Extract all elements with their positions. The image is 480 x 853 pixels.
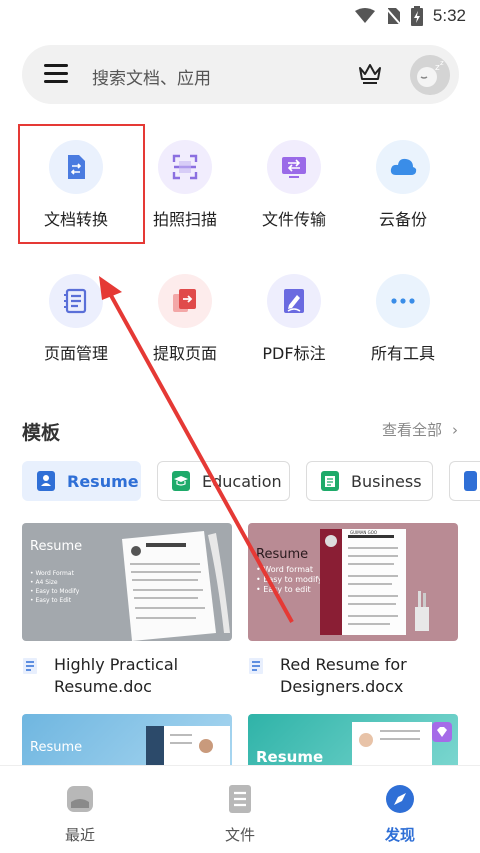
menu-icon[interactable] [44, 64, 68, 84]
tool-pdf-annotate[interactable]: PDF标注 [239, 274, 349, 374]
nav-discover[interactable]: 发现 [360, 784, 440, 845]
chip-more[interactable] [449, 461, 480, 501]
tool-label: PDF标注 [262, 344, 326, 363]
pdf-annotate-icon [267, 274, 321, 328]
word-doc-icon [249, 658, 263, 674]
word-doc-icon [23, 658, 37, 674]
highlight-box [18, 124, 145, 244]
tool-label: 所有工具 [370, 344, 435, 363]
transfer-icon [267, 140, 321, 194]
tool-label: 云备份 [378, 210, 427, 229]
template-card[interactable]: Resume • Word format • Easy to modify • … [248, 523, 458, 696]
template-thumbnail: Resume [22, 714, 232, 765]
template-thumbnail: Resume • Word format • Easy to modify • … [248, 523, 458, 641]
nav-files[interactable]: 文件 [200, 784, 280, 845]
tool-scan[interactable]: 拍照扫描 [130, 140, 240, 240]
business-icon [321, 471, 339, 491]
no-sim-icon [385, 7, 401, 25]
wifi-icon [354, 8, 375, 23]
chip-business[interactable]: Business [306, 461, 433, 501]
template-name: Highly Practical Resume.doc [54, 655, 179, 696]
template-thumbnail: Resume • Word Format • A4 Size • Easy to… [22, 523, 232, 641]
battery-charging-icon [410, 6, 423, 26]
clock: 5:32 [432, 6, 466, 25]
template-name: Red Resume for Designers.docx [280, 655, 407, 696]
tool-label: 拍照扫描 [152, 210, 217, 229]
page-manage-icon [49, 274, 103, 328]
chip-resume[interactable]: Resume [22, 461, 141, 501]
template-card[interactable]: Resume [248, 714, 458, 765]
extract-page-icon [158, 274, 212, 328]
premium-icon [432, 722, 452, 742]
scan-icon [158, 140, 212, 194]
nav-recent[interactable]: 最近 [40, 784, 120, 845]
tool-label: 提取页面 [152, 344, 217, 363]
template-card[interactable]: Resume [22, 714, 232, 765]
tool-page-manage[interactable]: 页面管理 [21, 274, 131, 374]
chevron-right-icon: › [452, 421, 458, 439]
cloud-icon [376, 140, 430, 194]
template-card[interactable]: Resume • Word Format • A4 Size • Easy to… [22, 523, 232, 696]
svg-text:z: z [440, 59, 444, 67]
resume-icon [37, 471, 55, 491]
recent-icon [67, 786, 93, 812]
files-icon [229, 785, 251, 813]
crown-icon[interactable] [357, 61, 383, 85]
section-title: 模板 [22, 422, 61, 444]
discover-icon [386, 785, 414, 813]
tool-label: 文件传输 [261, 210, 326, 229]
bottom-nav: 最近 文件 发现 [0, 765, 480, 853]
view-all-link[interactable]: 查看全部 › [382, 419, 458, 440]
education-icon [172, 471, 190, 491]
avatar[interactable]: z z [410, 55, 450, 95]
tool-all-tools[interactable]: 所有工具 [348, 274, 458, 374]
search-bar[interactable]: 搜索文档、应用 z z [22, 45, 459, 104]
tool-cloud-backup[interactable]: 云备份 [348, 140, 458, 240]
doc-icon [464, 471, 477, 491]
tool-transfer[interactable]: 文件传输 [239, 140, 349, 240]
search-input[interactable]: 搜索文档、应用 [92, 64, 211, 89]
resume-heading: GUIMAN GOO [350, 530, 378, 535]
chip-education[interactable]: Education [157, 461, 290, 501]
more-icon [376, 274, 430, 328]
status-bar: 5:32 [0, 0, 480, 34]
tool-label: 页面管理 [43, 344, 108, 363]
tool-extract-page[interactable]: 提取页面 [130, 274, 240, 374]
template-thumbnail: Resume [248, 714, 458, 765]
